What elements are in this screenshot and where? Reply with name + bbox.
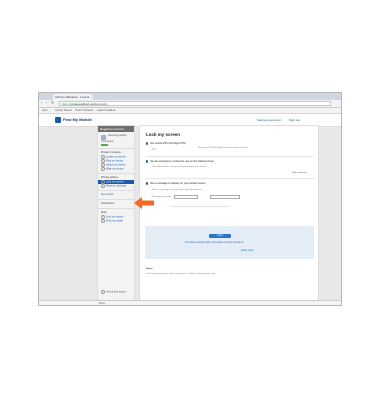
sidebar-footer-label: Check lock status [106, 290, 126, 294]
radio-pin[interactable] [146, 142, 149, 145]
option-unlock-pin[interactable]: Set unlock PIN (4-8 digits PIN) [146, 142, 186, 145]
sidebar-item-label: Retrieve calls/logs [106, 184, 127, 188]
emergency-number-field[interactable] [210, 195, 240, 199]
url-field[interactable]: https://wirelessdirect.verizon.com/... [59, 101, 331, 106]
option-label: Set unlock PIN (4-8 digits PIN) [150, 142, 186, 145]
account-link[interactable]: Samsung account [257, 118, 281, 122]
calls-icon [101, 184, 105, 188]
pin-note: Entering a PIN (4-8 digits) to set your … [198, 147, 248, 149]
lock-button[interactable]: Lock [209, 234, 231, 238]
contact-label: Emergency number [152, 196, 172, 198]
bookmark-headlines[interactable]: Latest Headlines [97, 109, 116, 112]
device-card: Samsung Galaxy Connected [98, 132, 134, 146]
lock-action-panel: Lock To ensure a proper lock, your devic… [145, 226, 314, 259]
wipe-icon [101, 167, 105, 171]
online-indicator [101, 144, 108, 146]
option-emergency-contact[interactable]: Set an emergency contact for use on the … [146, 160, 214, 163]
bookmark-apps[interactable]: Apps [42, 109, 48, 112]
info-link[interactable]: To ensure a proper lock, your device mus… [185, 241, 243, 244]
address-bar: ‹ › ↻ https://wirelessdirect.verizon.com… [39, 100, 341, 108]
option-label: Set a message to display on your locked … [150, 182, 206, 185]
main-panel: Lock my screen Set unlock PIN (4-8 digit… [139, 125, 319, 301]
char-counter: 0/80 characters [292, 172, 308, 174]
back-icon[interactable]: ‹ [41, 101, 45, 105]
sidebar-item-wipe[interactable]: Wipe my device [98, 167, 134, 171]
bookmark-getting-started[interactable]: Getting Started [55, 109, 72, 112]
radio-message[interactable] [146, 182, 149, 185]
status-bar: Done [39, 300, 341, 305]
sidebar-item-label: Wipe my device [106, 167, 124, 171]
sidebar-item-find[interactable]: Find my mobile [98, 219, 134, 223]
notice-text: Lock functions may not work if your devi… [146, 273, 216, 275]
page-title: Lock my screen [146, 132, 181, 137]
browser-window: Verizon Wireless - Lock & ... ‹ › ↻ http… [38, 92, 342, 306]
url-scheme: https:// [62, 102, 72, 106]
sidebar-item-retrieve[interactable]: Retrieve calls/logs [98, 184, 134, 188]
pin-label: PIN [152, 149, 156, 151]
url-path: wirelessdirect.verizon.com/... [71, 102, 110, 106]
page-content: Registered device Samsung Galaxy Connect… [97, 125, 319, 305]
sidebar-link-setup[interactable]: Set up lock [98, 193, 134, 197]
device-name: Samsung Galaxy [108, 134, 128, 137]
country-code-field[interactable] [174, 195, 198, 199]
message-label: Enter a message for anyone who finds you… [152, 189, 202, 191]
forward-icon[interactable]: › [46, 101, 50, 105]
sidebar-link-notifications[interactable]: Notifications [98, 202, 134, 206]
emergency-note: This allows others to see the phone numb… [152, 166, 207, 168]
brand-logo [55, 117, 61, 123]
radio-emergency[interactable] [146, 160, 149, 163]
sign-out-link[interactable]: Sign out [289, 118, 300, 122]
reload-icon[interactable]: ↻ [51, 101, 55, 105]
notice-title: Notice [146, 268, 153, 270]
status-text: Done [99, 302, 105, 305]
status-icon [101, 290, 105, 294]
sidebar: Registered device Samsung Galaxy Connect… [97, 125, 135, 301]
option-lock-message[interactable]: Set a message to display on your locked … [146, 182, 205, 185]
option-label: Set an emergency contact for use on the … [150, 160, 214, 163]
find-icon [101, 219, 105, 223]
brand-name: Find My Mobile [63, 117, 92, 122]
sidebar-footer-link[interactable]: Check lock status [98, 290, 126, 294]
device-status: Connected [101, 140, 114, 143]
sidebar-item-label: Find my mobile [106, 219, 123, 223]
bookmark-verizon[interactable]: Verizon Wireless [75, 109, 94, 112]
pointer-arrow-icon [134, 197, 154, 209]
tab-strip: Verizon Wireless - Lock & ... [39, 93, 341, 100]
learn-more-link[interactable]: Learn more [241, 249, 253, 252]
